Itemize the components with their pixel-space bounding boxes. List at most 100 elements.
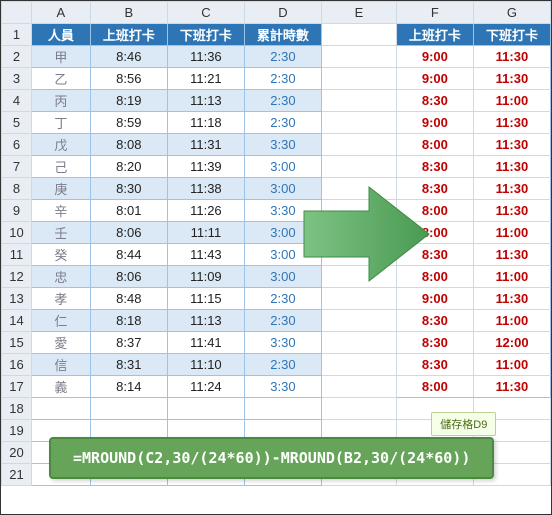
cell-D3[interactable]: 2:30 (244, 68, 321, 90)
cell-F9[interactable]: 8:00 (396, 200, 473, 222)
row-header-14[interactable]: 14 (2, 310, 32, 332)
cell-A17[interactable]: 義 (31, 376, 90, 398)
row-header-16[interactable]: 16 (2, 354, 32, 376)
row-header-9[interactable]: 9 (2, 200, 32, 222)
header-clockout2[interactable]: 下班打卡 (473, 24, 550, 46)
cell-A14[interactable]: 仁 (31, 310, 90, 332)
cell-A6[interactable]: 戊 (31, 134, 90, 156)
cell-G10[interactable]: 11:00 (473, 222, 550, 244)
cell-A8[interactable]: 庚 (31, 178, 90, 200)
cell-C2[interactable]: 11:36 (167, 46, 244, 68)
cell-E1[interactable] (321, 24, 396, 46)
cell-F4[interactable]: 8:30 (396, 90, 473, 112)
row-header-12[interactable]: 12 (2, 266, 32, 288)
cell-C11[interactable]: 11:43 (167, 244, 244, 266)
cell-G12[interactable]: 11:00 (473, 266, 550, 288)
cell-A15[interactable]: 愛 (31, 332, 90, 354)
header-total[interactable]: 累計時數 (244, 24, 321, 46)
cell-G16[interactable]: 11:00 (473, 354, 550, 376)
cell-C16[interactable]: 11:10 (167, 354, 244, 376)
cell-E12[interactable] (321, 266, 396, 288)
cell-B15[interactable]: 8:37 (90, 332, 167, 354)
row-header-10[interactable]: 10 (2, 222, 32, 244)
cell-C17[interactable]: 11:24 (167, 376, 244, 398)
col-header-A[interactable]: A (31, 2, 90, 24)
cell-F14[interactable]: 8:30 (396, 310, 473, 332)
cell-C7[interactable]: 11:39 (167, 156, 244, 178)
row-header-7[interactable]: 7 (2, 156, 32, 178)
cell-G14[interactable]: 11:00 (473, 310, 550, 332)
cell-A3[interactable]: 乙 (31, 68, 90, 90)
cell-D16[interactable]: 2:30 (244, 354, 321, 376)
cell-C18[interactable] (167, 398, 244, 420)
col-header-E[interactable]: E (321, 2, 396, 24)
cell-E2[interactable] (321, 46, 396, 68)
header-clockout[interactable]: 下班打卡 (167, 24, 244, 46)
cell-G2[interactable]: 11:30 (473, 46, 550, 68)
cell-G4[interactable]: 11:00 (473, 90, 550, 112)
cell-A13[interactable]: 孝 (31, 288, 90, 310)
cell-C3[interactable]: 11:21 (167, 68, 244, 90)
cell-C9[interactable]: 11:26 (167, 200, 244, 222)
cell-B11[interactable]: 8:44 (90, 244, 167, 266)
cell-E13[interactable] (321, 288, 396, 310)
cell-D12[interactable]: 3:00 (244, 266, 321, 288)
cell-E14[interactable] (321, 310, 396, 332)
cell-A18[interactable] (31, 398, 90, 420)
cell-B5[interactable]: 8:59 (90, 112, 167, 134)
cell-B7[interactable]: 8:20 (90, 156, 167, 178)
cell-G3[interactable]: 11:30 (473, 68, 550, 90)
cell-G9[interactable]: 11:30 (473, 200, 550, 222)
cell-E3[interactable] (321, 68, 396, 90)
cell-G6[interactable]: 11:30 (473, 134, 550, 156)
cell-A7[interactable]: 己 (31, 156, 90, 178)
cell-F3[interactable]: 9:00 (396, 68, 473, 90)
cell-F8[interactable]: 8:30 (396, 178, 473, 200)
col-header-B[interactable]: B (90, 2, 167, 24)
cell-G5[interactable]: 11:30 (473, 112, 550, 134)
cell-E4[interactable] (321, 90, 396, 112)
cell-G15[interactable]: 12:00 (473, 332, 550, 354)
row-header-15[interactable]: 15 (2, 332, 32, 354)
cell-C8[interactable]: 11:38 (167, 178, 244, 200)
row-header-18[interactable]: 18 (2, 398, 32, 420)
cell-F6[interactable]: 8:00 (396, 134, 473, 156)
cell-D13[interactable]: 2:30 (244, 288, 321, 310)
cell-C4[interactable]: 11:13 (167, 90, 244, 112)
cell-F5[interactable]: 9:00 (396, 112, 473, 134)
cell-D4[interactable]: 2:30 (244, 90, 321, 112)
cell-A2[interactable]: 甲 (31, 46, 90, 68)
cell-B6[interactable]: 8:08 (90, 134, 167, 156)
cell-G8[interactable]: 11:30 (473, 178, 550, 200)
col-header-G[interactable]: G (473, 2, 550, 24)
cell-G11[interactable]: 11:30 (473, 244, 550, 266)
cell-C12[interactable]: 11:09 (167, 266, 244, 288)
cell-A16[interactable]: 信 (31, 354, 90, 376)
cell-B13[interactable]: 8:48 (90, 288, 167, 310)
cell-E7[interactable] (321, 156, 396, 178)
row-header-4[interactable]: 4 (2, 90, 32, 112)
cell-F17[interactable]: 8:00 (396, 376, 473, 398)
row-header-5[interactable]: 5 (2, 112, 32, 134)
row-header-3[interactable]: 3 (2, 68, 32, 90)
cell-F16[interactable]: 8:30 (396, 354, 473, 376)
cell-B2[interactable]: 8:46 (90, 46, 167, 68)
cell-F7[interactable]: 8:30 (396, 156, 473, 178)
cell-G17[interactable]: 11:30 (473, 376, 550, 398)
row-header-11[interactable]: 11 (2, 244, 32, 266)
cell-B17[interactable]: 8:14 (90, 376, 167, 398)
cell-D8[interactable]: 3:00 (244, 178, 321, 200)
cell-F10[interactable]: 8:00 (396, 222, 473, 244)
cell-E8[interactable] (321, 178, 396, 200)
row-header-8[interactable]: 8 (2, 178, 32, 200)
cell-C15[interactable]: 11:41 (167, 332, 244, 354)
cell-A10[interactable]: 壬 (31, 222, 90, 244)
cell-D11[interactable]: 3:00 (244, 244, 321, 266)
cell-D17[interactable]: 3:30 (244, 376, 321, 398)
cell-A11[interactable]: 癸 (31, 244, 90, 266)
cell-F2[interactable]: 9:00 (396, 46, 473, 68)
cell-F12[interactable]: 8:00 (396, 266, 473, 288)
cell-B3[interactable]: 8:56 (90, 68, 167, 90)
cell-D2[interactable]: 2:30 (244, 46, 321, 68)
cell-D7[interactable]: 3:00 (244, 156, 321, 178)
